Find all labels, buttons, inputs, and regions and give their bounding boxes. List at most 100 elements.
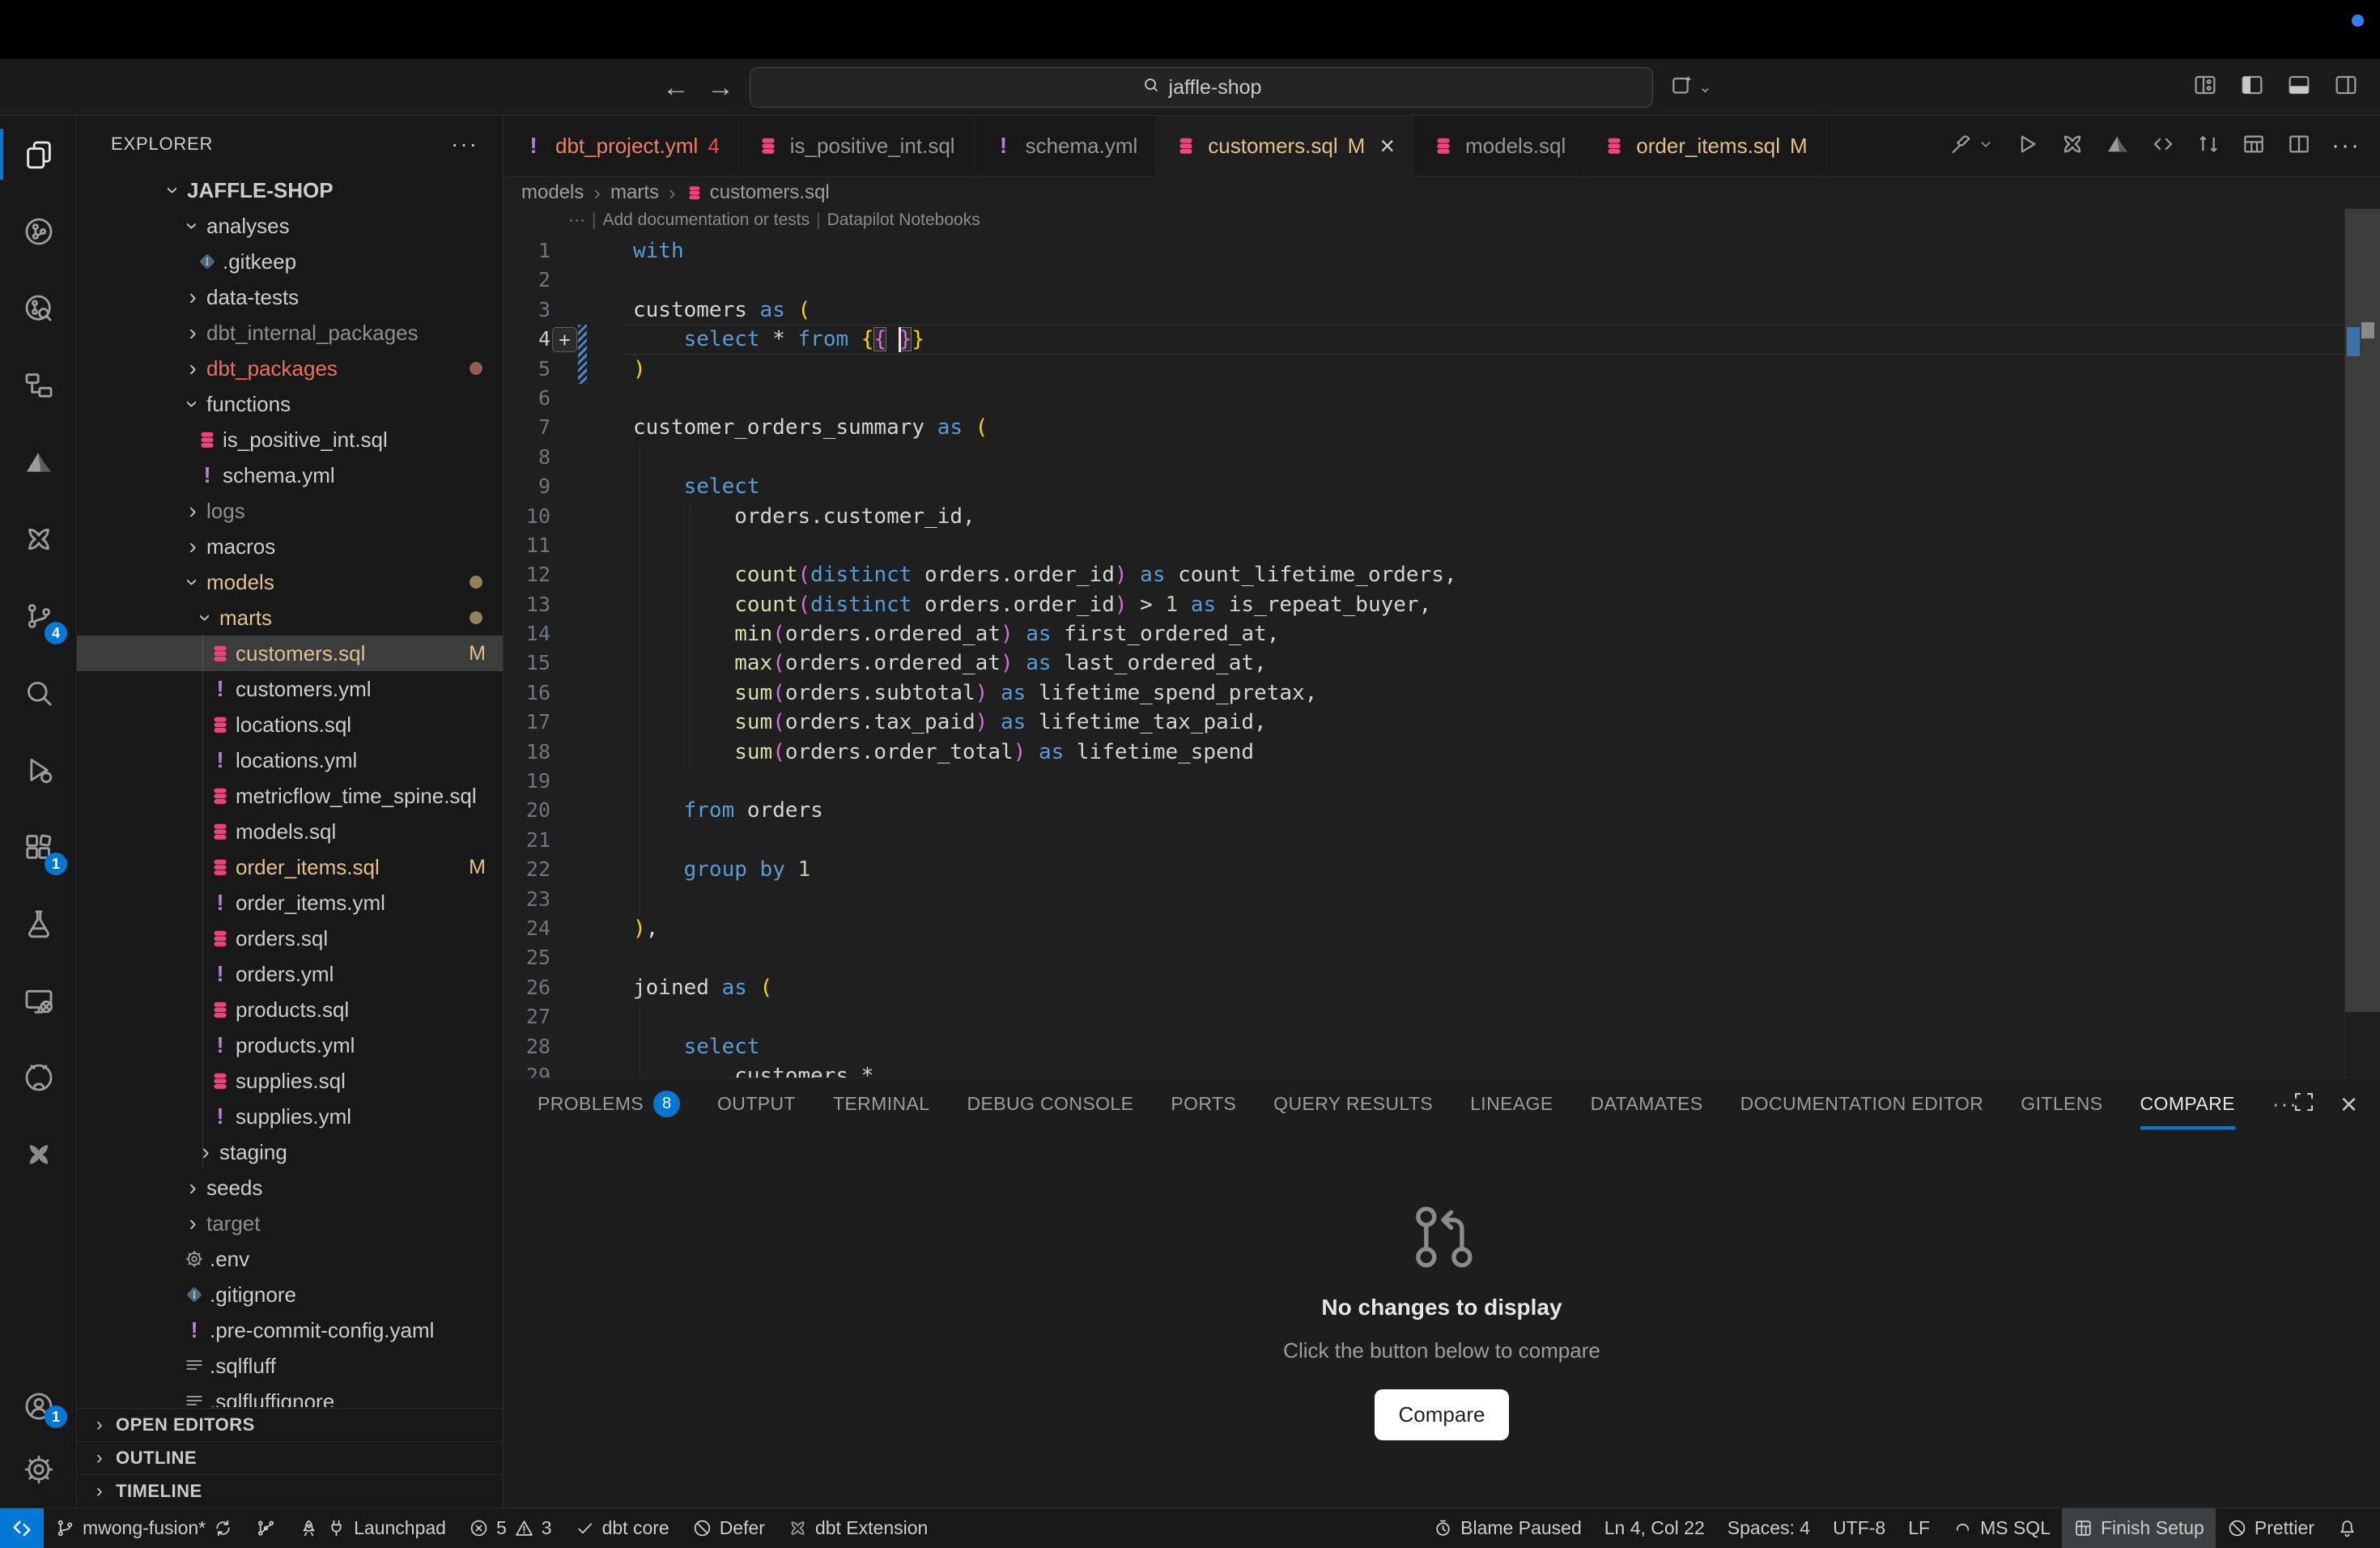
tree-folder-logs[interactable]: ›logs — [77, 493, 504, 529]
split-editor-button[interactable] — [2286, 131, 2312, 161]
panel-tab-output[interactable]: OUTPUT — [717, 1078, 796, 1129]
close-icon[interactable]: × — [1379, 131, 1395, 161]
compare-button[interactable]: Compare — [1375, 1389, 1510, 1440]
activity-extensions[interactable]: 1 — [0, 808, 77, 885]
close-panel-icon[interactable]: × — [2340, 1090, 2357, 1119]
tree-file-locations-yml[interactable]: !locations.yml — [77, 742, 504, 778]
build-dropdown-chevron[interactable] — [1977, 135, 1995, 157]
tab-schema-yml[interactable]: !schema.yml — [974, 116, 1157, 176]
panel-tab-problems[interactable]: PROBLEMS8 — [538, 1078, 680, 1129]
tree-file-metricflow-time-spine-sql[interactable]: metricflow_time_spine.sql — [77, 778, 504, 814]
activity-accounts[interactable]: 1 — [0, 1375, 77, 1438]
tab-order-items-sql[interactable]: order_items.sqlM — [1584, 116, 1825, 176]
activity-source-control[interactable]: 4 — [0, 577, 77, 654]
tree-folder-seeds[interactable]: ›seeds — [77, 1170, 504, 1206]
run-button[interactable] — [2014, 131, 2040, 161]
tree-file-supplies-yml[interactable]: !supplies.yml — [77, 1099, 504, 1134]
tab-dbt-project-yml[interactable]: !dbt_project.yml4 — [504, 116, 738, 176]
tree-file-orders-sql[interactable]: orders.sql — [77, 921, 504, 956]
status-launchpad[interactable]: Launchpad — [287, 1508, 457, 1548]
compiled-code-button[interactable] — [2150, 131, 2176, 161]
panel-tab-datamates[interactable]: DATAMATES — [1591, 1078, 1703, 1129]
status-prettier-status[interactable]: Prettier — [2216, 1508, 2326, 1548]
tree-file-models-sql[interactable]: models.sql — [77, 814, 504, 849]
activity-search[interactable] — [0, 654, 77, 731]
build-action-button[interactable] — [1948, 131, 1974, 161]
panel-tab-query-results[interactable]: QUERY RESULTS — [1273, 1078, 1433, 1129]
activity-remote-explorer[interactable] — [0, 962, 77, 1039]
section-timeline[interactable]: ›TIMELINE — [77, 1474, 504, 1508]
tree-file--sqlfluffignore[interactable]: .sqlfluffignore — [77, 1384, 504, 1407]
tree-file--sqlfluff[interactable]: .sqlfluff — [77, 1348, 504, 1384]
status-blame-status[interactable]: Blame Paused — [1422, 1508, 1593, 1548]
tree-file--gitkeep[interactable]: .gitkeep — [77, 244, 504, 279]
add-line-button[interactable]: + — [552, 327, 577, 352]
toggle-panel-icon[interactable] — [2286, 72, 2312, 102]
tree-file--env[interactable]: .env — [77, 1241, 504, 1277]
tree-file-products-yml[interactable]: !products.yml — [77, 1027, 504, 1063]
panel-tab-ports[interactable]: PORTS — [1171, 1078, 1236, 1129]
tab-is-positive-int-sql[interactable]: is_positive_int.sql — [738, 116, 974, 176]
tree-file-order-items-sql[interactable]: order_items.sqlM — [77, 849, 504, 885]
tree-folder-analyses[interactable]: ›analyses — [77, 208, 504, 244]
maximize-panel-icon[interactable] — [2292, 1090, 2316, 1118]
dbt-x-action-button[interactable] — [2059, 131, 2085, 161]
activity-dbt-x-filled[interactable] — [0, 1116, 77, 1193]
tree-file-customers-sql[interactable]: customers.sqlM — [77, 636, 504, 671]
code-editor[interactable]: ···|Add documentation or tests|Datapilot… — [504, 209, 2380, 1078]
status-dbt-extension-status[interactable]: dbt Extension — [776, 1508, 939, 1548]
section-open-editors[interactable]: ›OPEN EDITORS — [77, 1408, 504, 1441]
section-outline[interactable]: ›OUTLINE — [77, 1441, 504, 1474]
query-results-button[interactable] — [2241, 131, 2267, 161]
breadcrumb-item[interactable]: models — [521, 181, 584, 204]
status-git-branch[interactable]: mwong-fusion* — [44, 1508, 244, 1548]
activity-github[interactable] — [0, 1039, 77, 1116]
more-actions-button[interactable]: ··· — [2331, 132, 2361, 159]
tree-folder-dbt-internal-packages[interactable]: ›dbt_internal_packages — [77, 315, 504, 351]
activity-dbt-x[interactable] — [0, 500, 77, 577]
compare-changes-button[interactable] — [2195, 131, 2221, 161]
status-indentation[interactable]: Spaces: 4 — [1716, 1508, 1821, 1548]
tree-folder-functions[interactable]: ›functions — [77, 386, 504, 422]
panel-tab-lineage[interactable]: LINEAGE — [1470, 1078, 1553, 1129]
tree-file-is-positive-int-sql[interactable]: is_positive_int.sql — [77, 422, 504, 457]
tree-file-products-sql[interactable]: products.sql — [77, 992, 504, 1027]
activity-dbt-power-user[interactable] — [0, 423, 77, 500]
command-center-search[interactable]: jaffle-shop — [750, 67, 1653, 108]
toggle-secondary-sidebar-icon[interactable] — [2333, 72, 2359, 102]
panel-tab-terminal[interactable]: TERMINAL — [833, 1078, 930, 1129]
tree-file-order-items-yml[interactable]: !order_items.yml — [77, 885, 504, 921]
tree-folder-staging[interactable]: ›staging — [77, 1134, 504, 1170]
dbt-logo-action-button[interactable] — [2105, 131, 2131, 161]
status-remote-indicator[interactable] — [0, 1508, 44, 1548]
panel-tab-documentation-editor[interactable]: DOCUMENTATION EDITOR — [1740, 1078, 1984, 1129]
status-finish-setup[interactable]: Finish Setup — [2062, 1508, 2216, 1548]
panel-tab-compare[interactable]: COMPARE — [2140, 1078, 2235, 1129]
activity-gitlens[interactable] — [0, 270, 77, 347]
tree-folder-models[interactable]: ›models — [77, 564, 504, 600]
tree-file-orders-yml[interactable]: !orders.yml — [77, 956, 504, 992]
forward-button[interactable]: → — [707, 70, 734, 104]
activity-settings[interactable] — [0, 1438, 77, 1501]
tree-folder-target[interactable]: ›target — [77, 1206, 504, 1241]
toggle-sidebar-icon[interactable] — [2239, 72, 2265, 102]
status-eol[interactable]: LF — [1897, 1508, 1941, 1548]
tree-folder-dbt-packages[interactable]: ›dbt_packages — [77, 351, 504, 386]
copilot-menu-button[interactable]: ⌄ — [1669, 72, 1712, 102]
explorer-more-actions[interactable]: ··· — [451, 131, 478, 157]
activity-run-debug[interactable] — [0, 731, 77, 808]
codelens-link[interactable]: Add documentation or tests — [602, 211, 810, 229]
tab-models-sql[interactable]: models.sql — [1413, 116, 1584, 176]
status-problems-summary[interactable]: 53 — [457, 1508, 563, 1548]
codelens-link[interactable]: Datapilot Notebooks — [827, 211, 980, 229]
breadcrumb-item[interactable]: customers.sql — [686, 181, 830, 204]
activity-lineage[interactable] — [0, 347, 77, 423]
activity-testing[interactable] — [0, 885, 77, 962]
activity-explorer[interactable] — [0, 116, 77, 193]
status-cursor-position[interactable]: Ln 4, Col 22 — [1593, 1508, 1716, 1548]
activity-git-graph[interactable] — [0, 193, 77, 270]
tree-file-supplies-sql[interactable]: supplies.sql — [77, 1063, 504, 1099]
tree-folder-macros[interactable]: ›macros — [77, 529, 504, 564]
tree-folder-data-tests[interactable]: ›data-tests — [77, 279, 504, 315]
tree-file--pre-commit-config-yaml[interactable]: !.pre-commit-config.yaml — [77, 1312, 504, 1348]
